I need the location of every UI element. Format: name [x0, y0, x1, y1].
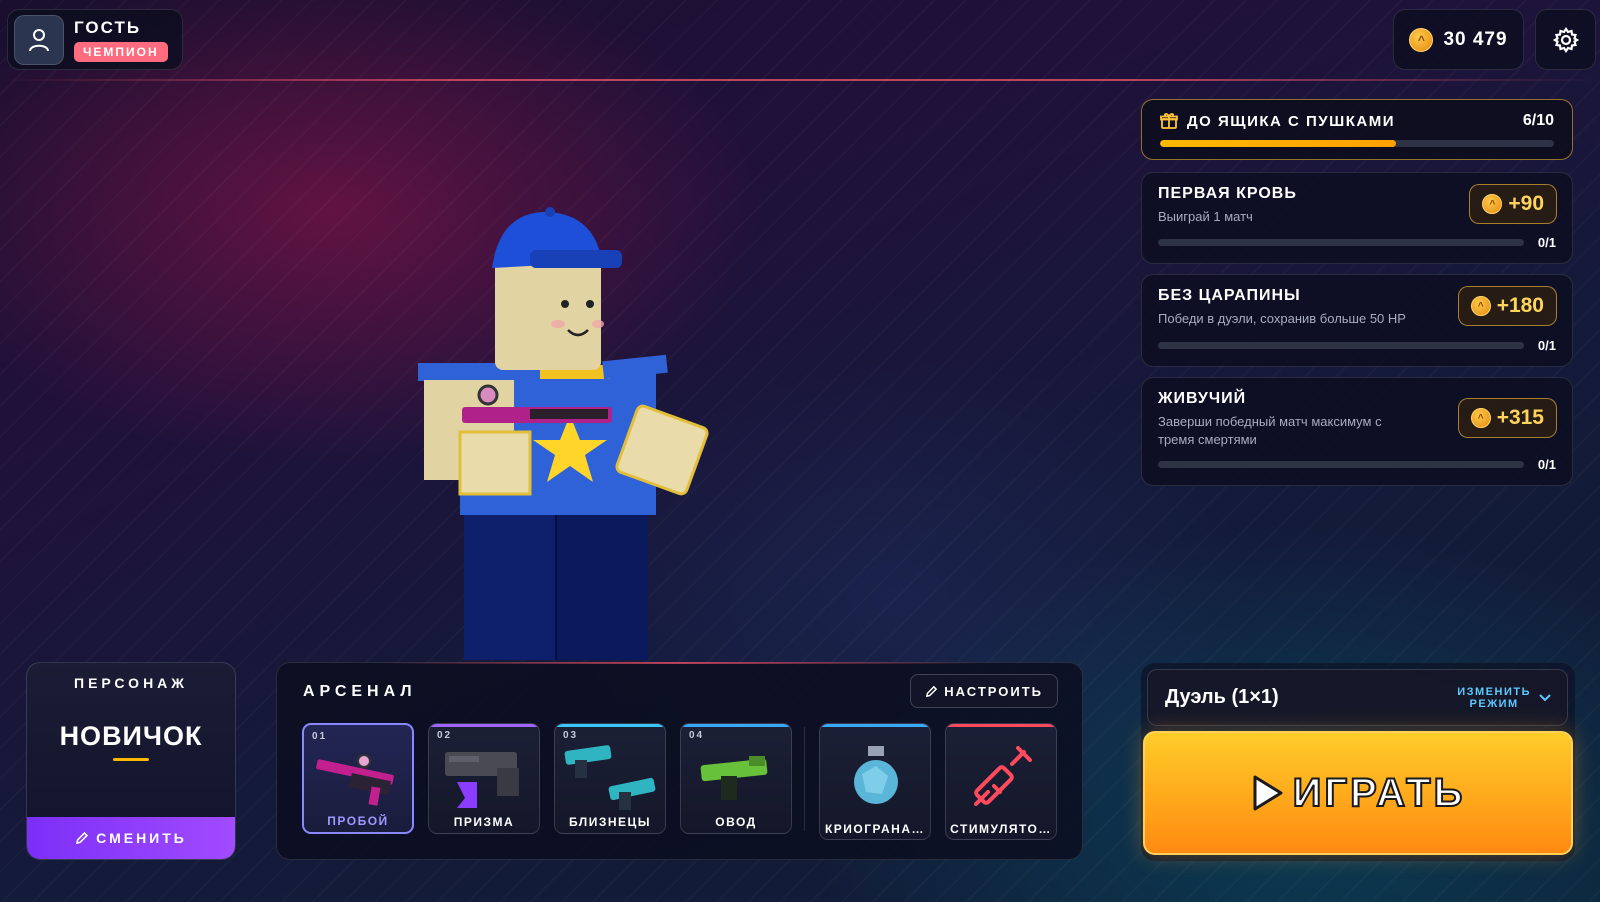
quest-reward: ^ +90 — [1469, 184, 1557, 224]
quest-card[interactable]: ПЕРВАЯ КРОВЬ Выиграй 1 матч ^ +90 0/1 — [1141, 172, 1573, 264]
play-label: ИГРАТЬ — [1292, 770, 1466, 816]
quest-description: Заверши победный матч максимум с тремя с… — [1158, 414, 1382, 447]
character-model — [418, 207, 709, 660]
change-character-label: СМЕНИТЬ — [96, 830, 187, 846]
heavy-gun-icon — [445, 752, 519, 808]
crate-title: ДО ЯЩИКА С ПУШКАМИ — [1187, 112, 1395, 130]
quest-progress: 0/1 — [1537, 457, 1556, 472]
coin-icon: ^ — [1482, 194, 1503, 214]
coin-icon: ^ — [1409, 27, 1434, 52]
sniper-rifle-icon — [316, 754, 394, 806]
chevron-down-icon — [1539, 693, 1551, 701]
slot-label: СТИМУЛЯТО… — [950, 822, 1052, 836]
play-icon — [1253, 775, 1283, 811]
quest-reward-value: +315 — [1496, 406, 1544, 429]
character-label: ПЕРСОНАЖ — [74, 675, 188, 691]
pencil-icon — [926, 685, 938, 697]
coin-balance-value: 30 479 — [1443, 28, 1508, 50]
character-card: ПЕРСОНАЖ НОВИЧОК СМЕНИТЬ — [26, 662, 236, 860]
crate-progress-fill — [1160, 140, 1397, 147]
match-launcher: Дуэль (1×1) ИЗМЕНИТЬ РЕЖИМ ИГРАТЬ — [1141, 663, 1575, 861]
crate-progress-card: ДО ЯЩИКА С ПУШКАМИ 6/10 — [1141, 99, 1573, 160]
quest-progress-bar — [1158, 342, 1524, 349]
change-mode-label-1: ИЗМЕНИТЬ — [1457, 685, 1531, 698]
slot-accent — [681, 724, 791, 727]
mode-name: Дуэль (1×1) — [1165, 686, 1279, 708]
slot-label: БЛИЗНЕЦЫ — [568, 815, 652, 829]
slot-label: ОВОД — [715, 815, 757, 829]
crate-progress-bar — [1160, 140, 1554, 147]
smg-icon — [700, 756, 768, 800]
slot-label: КРИОГРАНА… — [824, 822, 926, 836]
weapon-slot-2[interactable]: 02 ПРИЗМА — [428, 723, 540, 834]
configure-button[interactable]: НАСТРОИТЬ — [910, 674, 1058, 708]
equipment-slot-grenade[interactable]: КРИОГРАНА… — [819, 723, 931, 840]
weapon-slot-3[interactable]: 03 БЛИЗНЕЦЫ — [554, 723, 666, 834]
cryo-grenade-icon — [854, 746, 898, 804]
coin-icon: ^ — [1470, 408, 1491, 428]
weapon-slot-4[interactable]: 04 ОВОД — [680, 723, 792, 834]
quest-progress-bar — [1158, 461, 1524, 468]
arsenal-divider — [804, 727, 805, 831]
slot-accent — [820, 724, 930, 727]
arsenal-title: АРСЕНАЛ — [303, 683, 417, 700]
mode-selector[interactable]: Дуэль (1×1) ИЗМЕНИТЬ РЕЖИМ — [1147, 669, 1568, 726]
rank-badge: ЧЕМПИОН — [74, 41, 168, 62]
slot-label: ПРИЗМА — [453, 815, 515, 829]
crate-count: 6/10 — [1522, 112, 1554, 129]
player-name: ГОСТЬ — [74, 17, 142, 37]
dual-pistols-icon — [564, 745, 656, 810]
gear-icon — [1552, 26, 1579, 53]
quest-reward: ^ +180 — [1457, 286, 1557, 326]
quest-progress: 0/1 — [1537, 235, 1556, 250]
user-icon — [14, 14, 64, 65]
slot-accent — [555, 724, 665, 727]
slot-accent — [429, 724, 539, 727]
coin-icon: ^ — [1470, 296, 1491, 316]
quest-card[interactable]: БЕЗ ЦАРАПИНЫ Победи в дуэли, сохранив бо… — [1141, 274, 1573, 367]
pencil-icon — [76, 831, 89, 845]
configure-label: НАСТРОИТЬ — [944, 683, 1043, 699]
settings-button[interactable] — [1535, 9, 1596, 70]
quest-card[interactable]: ЖИВУЧИЙ Заверши победный матч максимум с… — [1141, 377, 1573, 486]
quest-reward-value: +90 — [1508, 192, 1544, 215]
weapon-slot-1[interactable]: 01 ПРОБОЙ — [302, 723, 414, 834]
coin-balance[interactable]: ^ 30 479 — [1393, 9, 1524, 70]
character-name-underline — [113, 758, 149, 761]
arsenal-panel: АРСЕНАЛ НАСТРОИТЬ 01 ПРОБОЙ 02 ПРИЗМА 03 — [276, 662, 1083, 860]
quest-reward-value: +180 — [1496, 294, 1544, 317]
slot-label: ПРОБОЙ — [327, 814, 389, 828]
header-divider — [0, 79, 1600, 81]
syringe-icon — [974, 746, 1032, 806]
change-character-button[interactable]: СМЕНИТЬ — [27, 817, 235, 859]
slot-accent — [946, 724, 1056, 727]
quest-progress-bar — [1158, 239, 1524, 246]
profile-card[interactable]: ГОСТЬ ЧЕМПИОН — [7, 9, 183, 70]
change-mode-button[interactable]: ИЗМЕНИТЬ РЕЖИМ — [1457, 686, 1551, 710]
gift-icon — [1160, 113, 1178, 129]
quest-progress: 0/1 — [1537, 338, 1556, 353]
equipment-slot-stim[interactable]: СТИМУЛЯТО… — [945, 723, 1057, 840]
quest-reward: ^ +315 — [1457, 398, 1557, 438]
character-name: НОВИЧОК — [59, 721, 203, 751]
play-button[interactable]: ИГРАТЬ — [1143, 731, 1573, 855]
change-mode-label-2: РЕЖИМ — [1469, 697, 1519, 710]
